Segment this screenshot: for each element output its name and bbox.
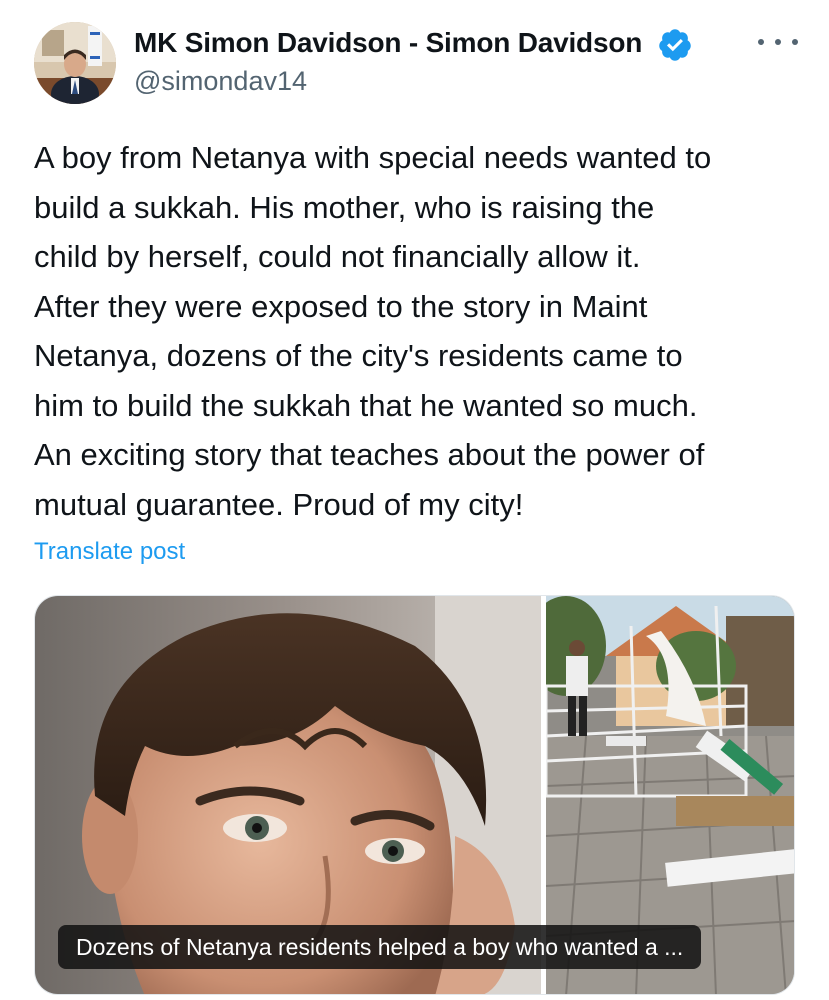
author-handle[interactable]: @simondav14: [134, 66, 307, 97]
more-dot: [792, 39, 798, 45]
more-dot: [775, 39, 781, 45]
post-text-line: An exciting story that teaches about the…: [34, 437, 705, 472]
post-text-line: A boy from Netanya with special needs wa…: [34, 140, 712, 175]
post-text-line: build a sukkah. His mother, who is raisi…: [34, 189, 655, 225]
post-text-line: child by herself, could not financially …: [34, 239, 641, 274]
more-dots-icon: [758, 39, 764, 45]
post-text-line: Netanya, dozens of the city's residents …: [34, 338, 683, 373]
post-text-line: mutual guarantee. Proud of my city!: [34, 486, 524, 522]
post-body-text: A boy from Netanya with special needs wa…: [34, 133, 814, 529]
profile-photo: [34, 22, 116, 104]
translate-post-link[interactable]: Translate post: [34, 538, 185, 566]
author-display-name[interactable]: MK Simon Davidson - Simon Davidson: [134, 27, 642, 59]
verified-badge-icon: [657, 27, 693, 63]
author-avatar[interactable]: [34, 22, 116, 104]
media-caption: Dozens of Netanya residents helped a boy…: [58, 925, 702, 969]
post-text-line: him to build the sukkah that he wanted s…: [34, 387, 698, 423]
post-header: MK Simon Davidson - Simon Davidson @simo…: [0, 0, 829, 120]
post-text-line: After they were exposed to the story in …: [34, 288, 648, 324]
more-options-button[interactable]: [758, 32, 798, 52]
